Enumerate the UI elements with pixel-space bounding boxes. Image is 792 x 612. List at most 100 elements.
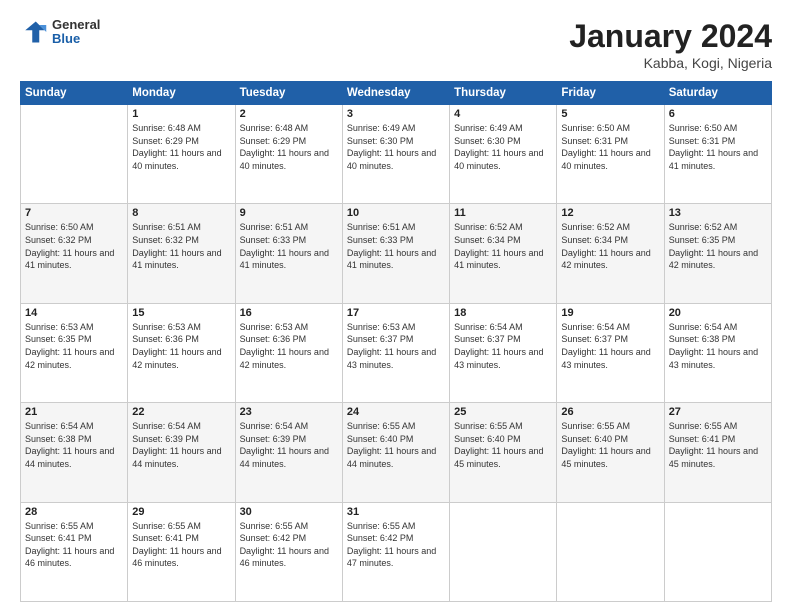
day-number: 10: [347, 207, 445, 219]
cell-info: Sunrise: 6:55 AMSunset: 6:42 PMDaylight:…: [347, 521, 436, 569]
day-number: 30: [240, 506, 338, 518]
day-number: 21: [25, 406, 123, 418]
calendar-table: SundayMondayTuesdayWednesdayThursdayFrid…: [20, 81, 772, 602]
day-number: 18: [454, 307, 552, 319]
calendar-cell: 8Sunrise: 6:51 AMSunset: 6:32 PMDaylight…: [128, 204, 235, 303]
cell-info: Sunrise: 6:54 AMSunset: 6:38 PMDaylight:…: [25, 421, 114, 469]
day-number: 2: [240, 108, 338, 120]
day-number: 17: [347, 307, 445, 319]
cell-info: Sunrise: 6:54 AMSunset: 6:39 PMDaylight:…: [132, 421, 221, 469]
cell-info: Sunrise: 6:51 AMSunset: 6:33 PMDaylight:…: [347, 222, 436, 270]
cell-info: Sunrise: 6:51 AMSunset: 6:33 PMDaylight:…: [240, 222, 329, 270]
cell-info: Sunrise: 6:50 AMSunset: 6:32 PMDaylight:…: [25, 222, 114, 270]
calendar-cell: 18Sunrise: 6:54 AMSunset: 6:37 PMDayligh…: [450, 303, 557, 402]
day-number: 24: [347, 406, 445, 418]
day-number: 4: [454, 108, 552, 120]
day-number: 9: [240, 207, 338, 219]
day-number: 8: [132, 207, 230, 219]
calendar-cell: 25 Sunrise: 6:55 AMSunset: 6:40 PMDayligh…: [450, 403, 557, 502]
day-number: 16: [240, 307, 338, 319]
calendar-header-tuesday: Tuesday: [235, 82, 342, 105]
calendar-cell: 22 Sunrise: 6:54 AMSunset: 6:39 PMDayligh…: [128, 403, 235, 502]
calendar-cell: 11 Sunrise: 6:52 AMSunset: 6:34 PMDayligh…: [450, 204, 557, 303]
calendar-cell: 17 Sunrise: 6:53 AMSunset: 6:37 PMDayligh…: [342, 303, 449, 402]
day-number: 22: [132, 406, 230, 418]
calendar-cell: 2 Sunrise: 6:48 AMSunset: 6:29 PMDaylight…: [235, 105, 342, 204]
generalblue-logo-icon: [20, 18, 48, 46]
cell-info: Sunrise: 6:49 AMSunset: 6:30 PMDaylight:…: [347, 123, 436, 171]
day-number: 13: [669, 207, 767, 219]
calendar-week-4: 28 Sunrise: 6:55 AMSunset: 6:41 PMDayligh…: [21, 502, 772, 601]
day-number: 26: [561, 406, 659, 418]
day-number: 5: [561, 108, 659, 120]
calendar-cell: 31 Sunrise: 6:55 AMSunset: 6:42 PMDayligh…: [342, 502, 449, 601]
calendar-header-saturday: Saturday: [664, 82, 771, 105]
day-number: 25: [454, 406, 552, 418]
calendar-week-2: 14Sunrise: 6:53 AMSunset: 6:35 PMDayligh…: [21, 303, 772, 402]
cell-info: Sunrise: 6:49 AMSunset: 6:30 PMDaylight:…: [454, 123, 543, 171]
calendar-header-wednesday: Wednesday: [342, 82, 449, 105]
calendar-cell: 7Sunrise: 6:50 AMSunset: 6:32 PMDaylight…: [21, 204, 128, 303]
calendar-cell: 13Sunrise: 6:52 AMSunset: 6:35 PMDayligh…: [664, 204, 771, 303]
cell-info: Sunrise: 6:50 AMSunset: 6:31 PMDaylight:…: [561, 123, 650, 171]
day-number: 12: [561, 207, 659, 219]
cell-info: Sunrise: 6:55 AMSunset: 6:40 PMDaylight:…: [347, 421, 436, 469]
calendar-cell: [21, 105, 128, 204]
cell-info: Sunrise: 6:55 AMSunset: 6:40 PMDaylight:…: [561, 421, 650, 469]
cell-info: Sunrise: 6:55 AMSunset: 6:40 PMDaylight:…: [454, 421, 543, 469]
logo-general: General: [52, 18, 100, 32]
cell-info: Sunrise: 6:48 AMSunset: 6:29 PMDaylight:…: [132, 123, 221, 171]
calendar-week-0: 1 Sunrise: 6:48 AMSunset: 6:29 PMDaylight…: [21, 105, 772, 204]
cell-info: Sunrise: 6:54 AMSunset: 6:39 PMDaylight:…: [240, 421, 329, 469]
cell-info: Sunrise: 6:55 AMSunset: 6:41 PMDaylight:…: [132, 521, 221, 569]
calendar-cell: 29Sunrise: 6:55 AMSunset: 6:41 PMDayligh…: [128, 502, 235, 601]
calendar-cell: 1 Sunrise: 6:48 AMSunset: 6:29 PMDaylight…: [128, 105, 235, 204]
day-number: 6: [669, 108, 767, 120]
calendar-cell: [664, 502, 771, 601]
day-number: 28: [25, 506, 123, 518]
cell-info: Sunrise: 6:52 AMSunset: 6:34 PMDaylight:…: [561, 222, 650, 270]
calendar-header-thursday: Thursday: [450, 82, 557, 105]
calendar-cell: 20Sunrise: 6:54 AMSunset: 6:38 PMDayligh…: [664, 303, 771, 402]
day-number: 15: [132, 307, 230, 319]
cell-info: Sunrise: 6:55 AMSunset: 6:42 PMDaylight:…: [240, 521, 329, 569]
cell-info: Sunrise: 6:53 AMSunset: 6:36 PMDaylight:…: [240, 322, 329, 370]
day-number: 20: [669, 307, 767, 319]
logo-blue: Blue: [52, 32, 100, 46]
day-number: 23: [240, 406, 338, 418]
cell-info: Sunrise: 6:54 AMSunset: 6:37 PMDaylight:…: [561, 322, 650, 370]
calendar-cell: [450, 502, 557, 601]
calendar-week-1: 7Sunrise: 6:50 AMSunset: 6:32 PMDaylight…: [21, 204, 772, 303]
calendar-cell: 14Sunrise: 6:53 AMSunset: 6:35 PMDayligh…: [21, 303, 128, 402]
calendar-title: January 2024: [569, 18, 772, 55]
cell-info: Sunrise: 6:52 AMSunset: 6:34 PMDaylight:…: [454, 222, 543, 270]
cell-info: Sunrise: 6:53 AMSunset: 6:36 PMDaylight:…: [132, 322, 221, 370]
cell-info: Sunrise: 6:48 AMSunset: 6:29 PMDaylight:…: [240, 123, 329, 171]
day-number: 19: [561, 307, 659, 319]
calendar-header-row: SundayMondayTuesdayWednesdayThursdayFrid…: [21, 82, 772, 105]
day-number: 11: [454, 207, 552, 219]
calendar-cell: 23 Sunrise: 6:54 AMSunset: 6:39 PMDayligh…: [235, 403, 342, 502]
calendar-cell: 9 Sunrise: 6:51 AMSunset: 6:33 PMDaylight…: [235, 204, 342, 303]
calendar-cell: 24 Sunrise: 6:55 AMSunset: 6:40 PMDayligh…: [342, 403, 449, 502]
title-block: January 2024 Kabba, Kogi, Nigeria: [569, 18, 772, 71]
logo-text: General Blue: [52, 18, 100, 47]
cell-info: Sunrise: 6:53 AMSunset: 6:37 PMDaylight:…: [347, 322, 436, 370]
calendar-header-sunday: Sunday: [21, 82, 128, 105]
calendar-cell: 21 Sunrise: 6:54 AMSunset: 6:38 PMDayligh…: [21, 403, 128, 502]
calendar-cell: 27Sunrise: 6:55 AMSunset: 6:41 PMDayligh…: [664, 403, 771, 502]
logo: General Blue: [20, 18, 100, 47]
calendar-header-monday: Monday: [128, 82, 235, 105]
calendar-cell: 3Sunrise: 6:49 AMSunset: 6:30 PMDaylight…: [342, 105, 449, 204]
page: General Blue January 2024 Kabba, Kogi, N…: [0, 0, 792, 612]
day-number: 27: [669, 406, 767, 418]
calendar-cell: 4 Sunrise: 6:49 AMSunset: 6:30 PMDaylight…: [450, 105, 557, 204]
cell-info: Sunrise: 6:50 AMSunset: 6:31 PMDaylight:…: [669, 123, 758, 171]
calendar-week-3: 21 Sunrise: 6:54 AMSunset: 6:38 PMDayligh…: [21, 403, 772, 502]
calendar-cell: 28Sunrise: 6:55 AMSunset: 6:41 PMDayligh…: [21, 502, 128, 601]
day-number: 31: [347, 506, 445, 518]
calendar-cell: 12 Sunrise: 6:52 AMSunset: 6:34 PMDayligh…: [557, 204, 664, 303]
calendar-cell: 5 Sunrise: 6:50 AMSunset: 6:31 PMDaylight…: [557, 105, 664, 204]
day-number: 1: [132, 108, 230, 120]
calendar-cell: 15 Sunrise: 6:53 AMSunset: 6:36 PMDayligh…: [128, 303, 235, 402]
